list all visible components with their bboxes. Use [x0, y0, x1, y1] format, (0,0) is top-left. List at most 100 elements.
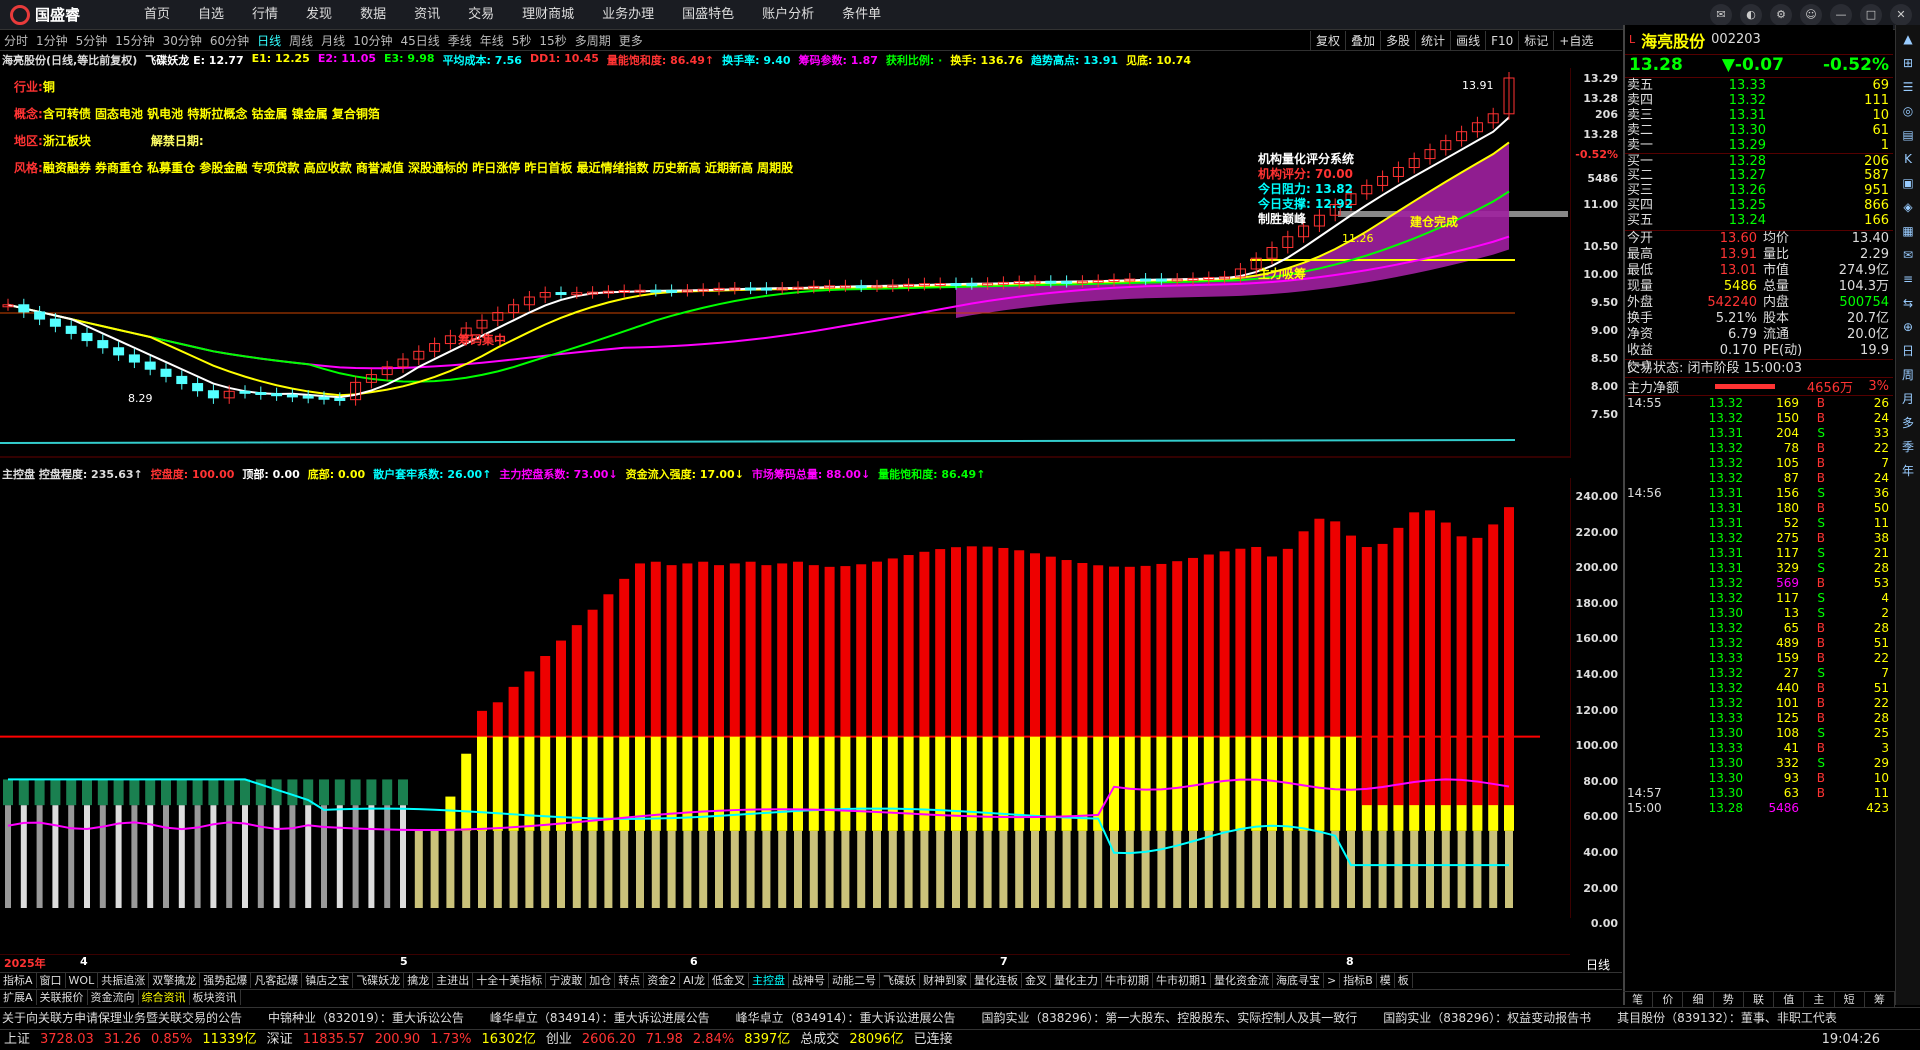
- sidebar-icon-10[interactable]: ≡: [1898, 269, 1918, 289]
- extension-tab-0[interactable]: 扩展A: [0, 990, 37, 1005]
- indicator-tab-17[interactable]: 低金叉: [709, 973, 749, 988]
- indicator-tab-13[interactable]: 加仓: [586, 973, 616, 988]
- period-7[interactable]: 周线: [285, 31, 317, 51]
- indicator-tab-5[interactable]: 强势起爆: [200, 973, 252, 988]
- indicator-tab-11[interactable]: 十全十美指标: [473, 973, 547, 988]
- period-8[interactable]: 月线: [317, 31, 349, 51]
- tool-6[interactable]: 标记: [1518, 31, 1553, 51]
- sidebar-icon-12[interactable]: ⊕: [1898, 317, 1918, 337]
- quote-tab-3[interactable]: 势: [1714, 992, 1744, 1007]
- period-14[interactable]: 15秒: [535, 31, 570, 51]
- sidebar-icon-0[interactable]: ▲: [1898, 29, 1918, 49]
- period-1[interactable]: 1分钟: [32, 31, 72, 51]
- sidebar-icon-15[interactable]: 月: [1898, 389, 1918, 409]
- indicator-tab-4[interactable]: 双擎擒龙: [149, 973, 201, 988]
- quote-tab-8[interactable]: 筹: [1865, 992, 1895, 1007]
- menu-item-3[interactable]: 发现: [292, 0, 346, 30]
- indicator-tab-32[interactable]: 模: [1377, 973, 1395, 988]
- sidebar-icon-2[interactable]: ☰: [1898, 77, 1918, 97]
- tool-1[interactable]: 叠加: [1345, 31, 1380, 51]
- tool-3[interactable]: 统计: [1415, 31, 1450, 51]
- news-item[interactable]: 中锦种业（832019）：重大诉讼公告: [268, 1008, 464, 1027]
- sidebar-icon-17[interactable]: 季: [1898, 437, 1918, 457]
- indicator-tab-12[interactable]: 宁波敢: [546, 973, 587, 988]
- menu-item-5[interactable]: 资讯: [400, 0, 454, 30]
- indicator-tab-0[interactable]: 指标A: [0, 973, 37, 988]
- indicator-tab-25[interactable]: 量化主力: [1051, 973, 1102, 988]
- quote-tab-2[interactable]: 细: [1683, 992, 1714, 1007]
- menu-item-0[interactable]: 首页: [130, 0, 184, 30]
- tool-4[interactable]: 画线: [1450, 31, 1485, 51]
- settings-icon[interactable]: ⚙: [1770, 4, 1792, 26]
- tool-7[interactable]: +自选: [1553, 31, 1598, 51]
- sidebar-icon-18[interactable]: 年: [1898, 461, 1918, 481]
- indicator-tab-30[interactable]: >: [1324, 973, 1341, 988]
- sidebar-icon-6[interactable]: ▣: [1898, 173, 1918, 193]
- indicator-tab-10[interactable]: 主进出: [433, 973, 474, 988]
- tool-5[interactable]: F10: [1485, 31, 1518, 51]
- extension-tab-1[interactable]: 关联报价: [37, 990, 88, 1005]
- indicator-tab-33[interactable]: 板: [1395, 973, 1413, 988]
- quote-tab-4[interactable]: 联: [1744, 992, 1775, 1007]
- sidebar-icon-7[interactable]: ◈: [1898, 197, 1918, 217]
- news-item[interactable]: 国韵实业（838296）：权益变动报告书: [1383, 1008, 1591, 1027]
- quote-tab-6[interactable]: 主: [1804, 992, 1835, 1007]
- menu-item-6[interactable]: 交易: [454, 0, 508, 30]
- sidebar-icon-3[interactable]: ◎: [1898, 101, 1918, 121]
- menu-item-9[interactable]: 国盛特色: [668, 0, 748, 30]
- indicator-tab-14[interactable]: 转点: [615, 973, 645, 988]
- user-icon[interactable]: ☺: [1800, 4, 1822, 26]
- sidebar-icon-13[interactable]: 日: [1898, 341, 1918, 361]
- sidebar-icon-14[interactable]: 周: [1898, 365, 1918, 385]
- sidebar-icon-16[interactable]: 多: [1898, 413, 1918, 433]
- sidebar-icon-4[interactable]: ▤: [1898, 125, 1918, 145]
- indicator-tab-29[interactable]: 海底寻宝: [1273, 973, 1324, 988]
- indicator-tab-26[interactable]: 牛市初期: [1102, 973, 1153, 988]
- close-icon[interactable]: ✕: [1890, 4, 1912, 26]
- period-11[interactable]: 季线: [444, 31, 476, 51]
- sidebar-icon-11[interactable]: ⇆: [1898, 293, 1918, 313]
- menu-item-7[interactable]: 理财商城: [508, 0, 588, 30]
- tool-0[interactable]: 复权: [1310, 31, 1345, 51]
- extension-tab-2[interactable]: 资金流向: [88, 990, 139, 1005]
- indicator-tab-3[interactable]: 共振追涨: [98, 973, 150, 988]
- period-6[interactable]: 日线: [253, 31, 285, 51]
- period-3[interactable]: 15分钟: [111, 31, 158, 51]
- indicator-tab-15[interactable]: 资金2: [644, 973, 681, 988]
- indicator-tab-20[interactable]: 动能二号: [829, 973, 880, 988]
- indicator-tab-6[interactable]: 凡客起爆: [251, 973, 303, 988]
- news-item[interactable]: 其目股份（839132）：董事、非职工代表: [1617, 1008, 1837, 1027]
- period-12[interactable]: 年线: [476, 31, 508, 51]
- maximize-icon[interactable]: □: [1860, 4, 1882, 26]
- sidebar-icon-9[interactable]: ✉: [1898, 245, 1918, 265]
- message-icon[interactable]: ✉: [1710, 4, 1732, 26]
- period-0[interactable]: 分时: [0, 31, 32, 51]
- period-9[interactable]: 10分钟: [349, 31, 396, 51]
- indicator-tab-2[interactable]: WOL: [66, 973, 99, 988]
- news-item[interactable]: 关于向关联方申请保理业务暨关联交易的公告: [2, 1008, 242, 1027]
- period-5[interactable]: 60分钟: [206, 31, 253, 51]
- indicator-tab-23[interactable]: 量化连板: [971, 973, 1022, 988]
- indicator-tab-24[interactable]: 金叉: [1022, 973, 1051, 988]
- period-13[interactable]: 5秒: [508, 31, 536, 51]
- extension-tab-3[interactable]: 综合资讯: [139, 990, 190, 1005]
- sidebar-icon-8[interactable]: ▦: [1898, 221, 1918, 241]
- sidebar-icon-1[interactable]: ⊞: [1898, 53, 1918, 73]
- indicator-tab-21[interactable]: 飞碟妖: [880, 973, 920, 988]
- menu-item-10[interactable]: 账户分析: [748, 0, 828, 30]
- indicator-tab-27[interactable]: 牛市初期1: [1153, 973, 1211, 988]
- indicator-tab-19[interactable]: 战神号: [789, 973, 829, 988]
- indicator-tab-18[interactable]: 主控盘: [749, 973, 789, 988]
- period-2[interactable]: 5分钟: [72, 31, 112, 51]
- indicator-tab-1[interactable]: 窗口: [37, 973, 66, 988]
- menu-item-2[interactable]: 行情: [238, 0, 292, 30]
- indicator-tab-7[interactable]: 镇店之宝: [302, 973, 354, 988]
- extension-tab-4[interactable]: 板块资讯: [190, 990, 241, 1005]
- indicator-tab-22[interactable]: 财神到家: [920, 973, 971, 988]
- period-15[interactable]: 多周期: [571, 31, 615, 51]
- indicator-tab-16[interactable]: AI龙: [680, 973, 709, 988]
- quote-tab-1[interactable]: 价: [1653, 992, 1684, 1007]
- news-item[interactable]: 国韵实业（838296）：第一大股东、控股股东、实际控制人及其一致行: [981, 1008, 1357, 1027]
- period-16[interactable]: 更多: [615, 31, 647, 51]
- indicator-tab-8[interactable]: 飞碟妖龙: [353, 973, 405, 988]
